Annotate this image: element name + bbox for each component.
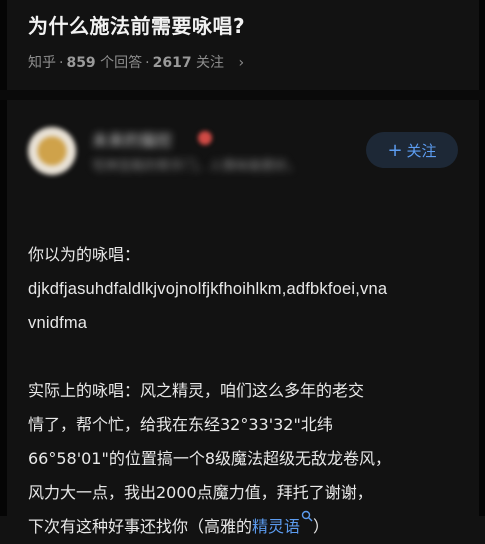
answer-line: 风力大一点，我出2000点魔力值，拜托了谢谢， [28,483,373,502]
plus-icon: + [387,139,403,161]
meta-separator: · [145,55,150,71]
answer-line-last: 下次有这种好事还找你（高雅的精灵语 ） [28,510,468,544]
author-bio: 宅神圣殿的帮手门，人情味做更好。 [92,159,301,174]
chevron-right-icon[interactable]: › [238,55,244,71]
answers-count: 859 [66,55,96,71]
screen-edge-left [0,0,7,516]
source-label: 知乎 [28,55,56,71]
followers-label: 关注 [196,55,225,71]
answer-body: 你以为的咏唱： djkdfjasuhdfaldlkjvojnolfjkfhoih… [28,238,468,544]
answer-line: djkdfjasuhdfaldlkjvojnolfjkfhoihlkm,adfb… [28,280,388,298]
search-icon[interactable] [301,510,313,522]
screen-edge-right [479,0,485,516]
author-name[interactable]: 未来的猫控 [92,127,172,151]
meta-separator: · [59,55,64,71]
answer-text: ） [313,517,330,536]
question-meta[interactable]: 知乎 · 859 个回答 · 2617 关注 › [28,52,244,72]
answer-text: 下次有这种好事还找你（高雅的 [28,517,253,536]
answer-line: 你以为的咏唱： [28,245,141,264]
follow-button[interactable]: + 关注 [366,132,458,168]
answer-line: 66°58'01"的位置搞一个8级魔法超级无敌龙卷风， [28,449,392,468]
avatar[interactable] [28,127,76,175]
follow-label: 关注 [406,141,437,160]
answer-line: vnidfma [28,314,88,332]
author-badge-icon [198,131,212,145]
answer-line: 实际上的咏唱：风之精灵，咱们这么多年的老交 [28,381,365,400]
answers-label: 个回答 [100,55,143,71]
answer-line: 情了，帮个忙，给我在东经32°33'32"北纬 [28,415,333,434]
question-title[interactable]: 为什么施法前需要咏唱? [28,10,245,39]
search-link[interactable]: 精灵语 [252,517,300,536]
section-divider [0,90,485,100]
followers-count: 2617 [152,55,192,71]
